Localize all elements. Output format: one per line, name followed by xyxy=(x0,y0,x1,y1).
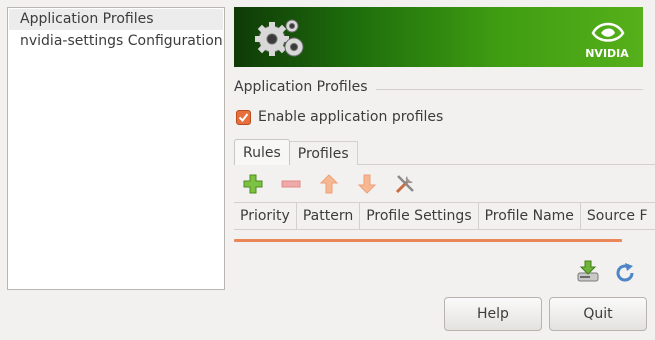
sidebar-item-application-profiles[interactable]: Application Profiles xyxy=(9,9,223,30)
enable-profiles-row[interactable]: Enable application profiles xyxy=(236,107,443,127)
help-button[interactable]: Help xyxy=(444,297,542,331)
save-icon xyxy=(577,260,599,282)
svg-text:NVIDIA: NVIDIA xyxy=(585,47,629,60)
column-pattern[interactable]: Pattern xyxy=(297,203,361,229)
column-priority[interactable]: Priority xyxy=(234,203,297,229)
move-down-icon xyxy=(357,174,376,194)
tab-bar: Rules Profiles xyxy=(234,139,358,165)
tab-rules[interactable]: Rules xyxy=(234,139,290,165)
gears-icon xyxy=(255,19,304,57)
reload-icon xyxy=(616,263,634,282)
edit-rule-button[interactable] xyxy=(392,171,417,196)
move-down-button[interactable] xyxy=(354,171,379,196)
quit-button[interactable]: Quit xyxy=(549,297,647,331)
sidebar-item-nvidia-settings-configuration[interactable]: nvidia-settings Configuration xyxy=(8,31,224,52)
remove-rule-button[interactable] xyxy=(278,171,303,196)
rules-table[interactable]: Priority Pattern Profile Settings Profil… xyxy=(234,202,655,244)
remove-icon xyxy=(281,180,300,187)
tab-profiles[interactable]: Profiles xyxy=(289,141,358,165)
add-icon xyxy=(243,174,262,193)
reload-button[interactable] xyxy=(613,261,637,285)
nvidia-logo: NVIDIA xyxy=(581,13,633,61)
nvidia-banner: NVIDIA xyxy=(234,7,643,67)
section-title-label: Application Profiles xyxy=(234,79,376,95)
enable-profiles-label[interactable]: Enable application profiles xyxy=(258,109,443,125)
column-source-file[interactable]: Source F xyxy=(581,203,654,229)
column-profile-name[interactable]: Profile Name xyxy=(479,203,581,229)
column-profile-settings[interactable]: Profile Settings xyxy=(360,203,479,229)
table-header: Priority Pattern Profile Settings Profil… xyxy=(234,202,655,230)
horizontal-scrollbar[interactable] xyxy=(234,239,622,242)
add-rule-button[interactable] xyxy=(240,171,265,196)
edit-icon xyxy=(395,174,414,193)
save-button[interactable] xyxy=(576,259,600,283)
section-title: Application Profiles xyxy=(234,79,643,99)
enable-profiles-checkbox[interactable] xyxy=(236,109,251,125)
rules-toolbar xyxy=(240,171,417,196)
move-up-button[interactable] xyxy=(316,171,341,196)
move-up-icon xyxy=(319,173,338,193)
sidebar-tree: Application Profiles nvidia-settings Con… xyxy=(7,7,225,290)
tab-divider xyxy=(358,164,655,165)
